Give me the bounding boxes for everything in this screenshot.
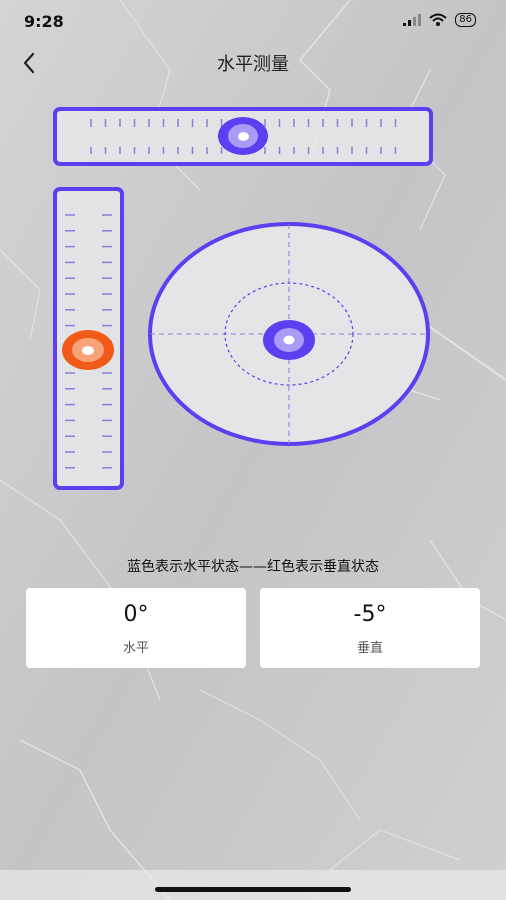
signal-icon bbox=[403, 14, 422, 26]
horizontal-reading-card: 0° 水平 bbox=[26, 588, 246, 668]
home-indicator[interactable] bbox=[155, 887, 351, 892]
circular-level bbox=[148, 222, 430, 446]
wifi-icon bbox=[429, 13, 447, 26]
legend-text: 蓝色表示水平状态——红色表示垂直状态 bbox=[127, 559, 379, 575]
horizontal-bubble bbox=[218, 117, 268, 155]
status-time: 9:28 bbox=[24, 12, 64, 31]
vertical-reading-card: -5° 垂直 bbox=[260, 588, 480, 668]
vertical-angle-label: 垂直 bbox=[356, 641, 383, 656]
circular-bubble bbox=[263, 320, 315, 360]
battery-icon: 86 bbox=[455, 13, 476, 27]
status-icons: 86 bbox=[403, 13, 476, 27]
vertical-angle-value: -5° bbox=[353, 602, 387, 627]
vertical-level-bar bbox=[53, 187, 124, 490]
horizontal-angle-value: 0° bbox=[123, 602, 149, 627]
horizontal-angle-label: 水平 bbox=[122, 641, 149, 656]
page-title: 水平测量 bbox=[217, 54, 289, 75]
horizontal-level-bar bbox=[53, 107, 433, 166]
